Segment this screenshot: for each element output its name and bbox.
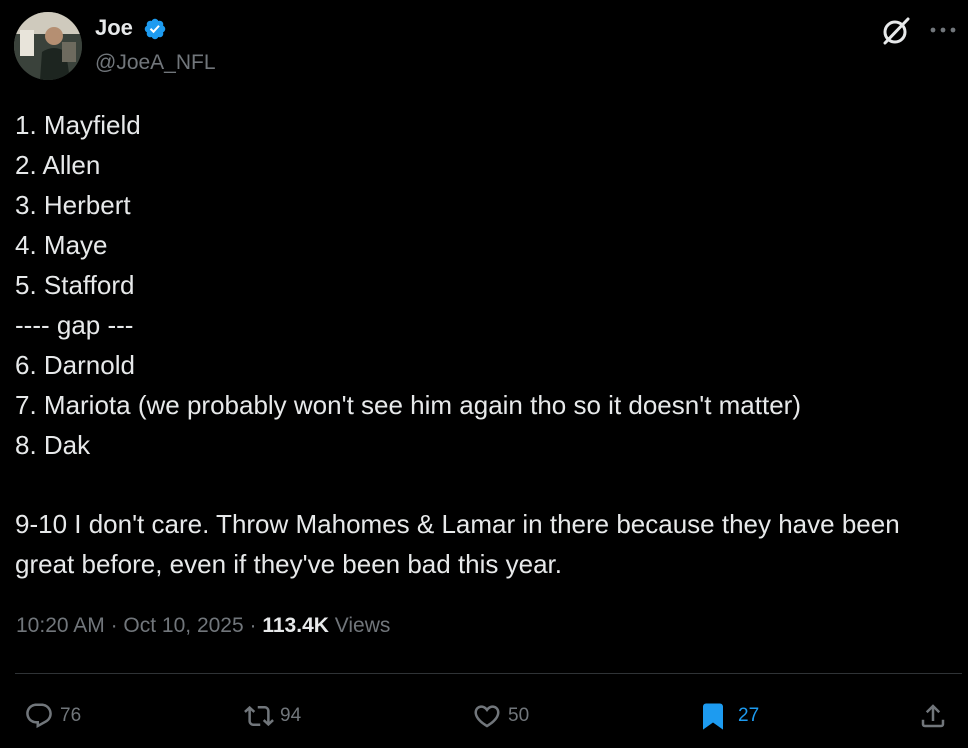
list-item: 7. Mariota (we probably won't see him ag… <box>15 390 801 420</box>
bookmark-icon <box>703 703 723 730</box>
like-button[interactable]: 50 <box>472 700 529 732</box>
share-icon <box>921 704 945 728</box>
list-item: ---- gap --- <box>15 310 134 340</box>
meta-separator: · <box>110 614 118 637</box>
meta-separator: · <box>249 614 257 637</box>
list-item: 8. Dak <box>15 430 91 460</box>
avatar[interactable] <box>14 12 82 80</box>
repost-count: 94 <box>280 705 302 726</box>
list-item: 5. Stafford <box>15 270 135 300</box>
list-item: 1. Mayfield <box>15 110 141 140</box>
list-item: 2. Allen <box>15 150 101 180</box>
reply-button[interactable]: 76 <box>24 700 81 732</box>
repost-icon <box>244 705 274 727</box>
like-count: 50 <box>508 705 530 726</box>
views-count[interactable]: 113.4K <box>262 614 329 637</box>
timestamp-date[interactable]: Oct 10, 2025 <box>123 614 243 637</box>
more-icon[interactable] <box>928 22 958 38</box>
verified-badge-icon[interactable] <box>143 17 167 41</box>
tweet-text-list: 1. Mayfield 2. Allen 3. Herbert 4. Maye … <box>15 105 801 465</box>
tweet-text-paragraph: 9-10 I don't care. Throw Mahomes & Lamar… <box>15 509 900 579</box>
bookmark-button[interactable]: 27 <box>698 700 759 732</box>
share-button[interactable] <box>918 700 948 732</box>
display-name[interactable]: Joe <box>95 15 133 41</box>
heart-icon <box>474 705 500 728</box>
timestamp-time[interactable]: 10:20 AM <box>16 614 105 637</box>
divider <box>15 673 962 674</box>
handle[interactable]: @JoeA_NFL <box>95 51 216 75</box>
tweet-meta: 10:20 AM · Oct 10, 2025 · 113.4K Views <box>16 614 390 638</box>
list-item: 4. Maye <box>15 230 108 260</box>
reply-icon <box>26 703 52 729</box>
list-item: 6. Darnold <box>15 350 135 380</box>
repost-button[interactable]: 94 <box>244 700 301 732</box>
grok-icon[interactable] <box>881 16 911 46</box>
avatar-photo <box>14 12 82 80</box>
tweet: Joe @JoeA_NFL 1. Mayfield 2. Allen 3. He… <box>0 0 968 748</box>
list-item: 3. Herbert <box>15 190 131 220</box>
bookmark-count: 27 <box>738 705 760 726</box>
views-label: Views <box>334 614 391 637</box>
reply-count: 76 <box>60 705 82 726</box>
